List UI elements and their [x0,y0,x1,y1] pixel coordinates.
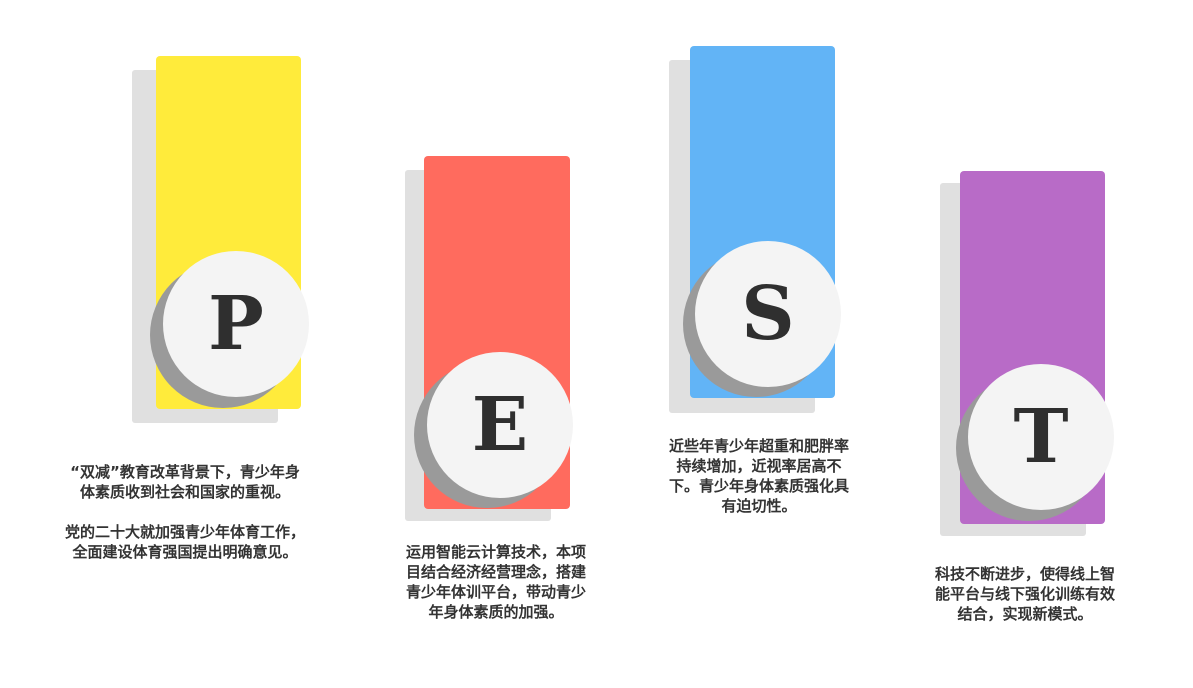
description-t: 科技不断进步，使得线上智 能平台与线下强化训练有效 结合，实现新模式。 [885,564,1165,624]
pest-column-t: T 科技不断进步，使得线上智 能平台与线下强化训练有效 结合，实现新模式。 [0,0,1193,688]
letter-circle-t: T [968,364,1114,510]
description-t-paragraph-1: 科技不断进步，使得线上智 能平台与线下强化训练有效 结合，实现新模式。 [934,565,1115,623]
